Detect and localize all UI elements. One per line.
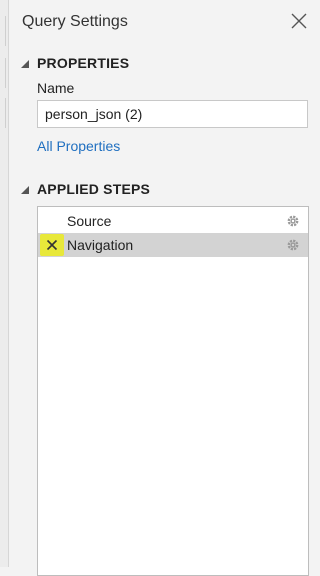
step-label: Source xyxy=(67,213,112,229)
properties-header: PROPERTIES xyxy=(37,55,130,71)
collapse-triangle-icon[interactable] xyxy=(19,183,31,195)
delete-step-icon[interactable] xyxy=(40,234,64,256)
gear-icon[interactable] xyxy=(286,238,300,252)
applied-steps-section-header[interactable]: APPLIED STEPS xyxy=(19,181,150,197)
all-properties-link[interactable]: All Properties xyxy=(37,138,120,154)
name-label: Name xyxy=(37,80,75,96)
properties-section-header[interactable]: PROPERTIES xyxy=(19,55,129,71)
step-row-navigation[interactable]: Navigation xyxy=(38,233,308,257)
close-icon[interactable] xyxy=(290,12,308,30)
applied-steps-header: APPLIED STEPS xyxy=(37,181,151,197)
edge-divider xyxy=(2,98,6,128)
gear-icon[interactable] xyxy=(286,214,300,228)
query-settings-panel: Query Settings PROPERTIES Name All Prope… xyxy=(9,0,318,576)
panel-title: Query Settings xyxy=(22,13,128,30)
edge-divider xyxy=(2,58,6,88)
applied-steps-list: Source Navigation xyxy=(37,206,309,576)
edge-divider xyxy=(2,16,6,46)
step-row-source[interactable]: Source xyxy=(38,209,308,233)
collapse-triangle-icon[interactable] xyxy=(19,57,31,69)
step-label: Navigation xyxy=(67,237,134,253)
left-edge-strip xyxy=(0,0,9,567)
name-input[interactable] xyxy=(37,100,308,128)
